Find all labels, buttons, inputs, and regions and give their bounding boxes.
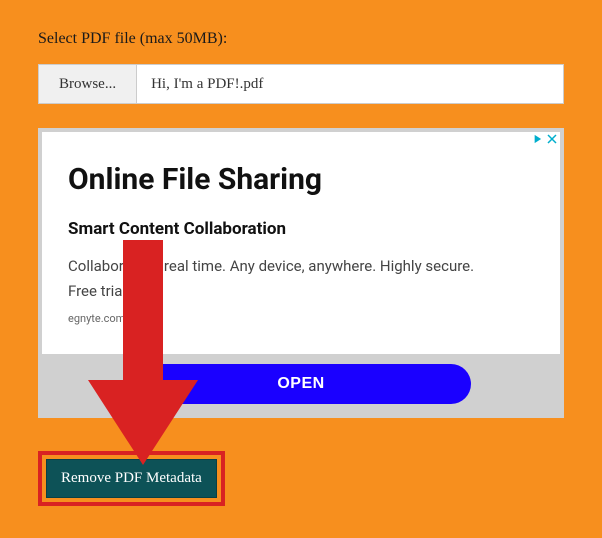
page-container: Select PDF file (max 50MB): Browse... On… (0, 0, 602, 538)
ad-subheading: Smart Content Collaboration (68, 219, 534, 239)
ad-info-close[interactable] (530, 132, 558, 146)
ad-heading: Online File Sharing (68, 162, 534, 197)
open-button[interactable]: OPEN (131, 364, 471, 404)
ad-body: Collaborate in real time. Any device, an… (68, 255, 534, 302)
browse-button[interactable]: Browse... (39, 65, 137, 103)
ad-info-icon (530, 132, 544, 146)
file-input-row: Browse... (38, 64, 564, 104)
file-label: Select PDF file (max 50MB): (38, 30, 564, 48)
ad-content[interactable]: Online File Sharing Smart Content Collab… (42, 132, 560, 354)
ad-container: Online File Sharing Smart Content Collab… (38, 128, 564, 418)
ad-body-line2: Free trial (68, 280, 534, 303)
ad-body-line1: Collaborate in real time. Any device, an… (68, 255, 534, 278)
file-name-input[interactable] (137, 65, 563, 103)
remove-metadata-button[interactable]: Remove PDF Metadata (46, 459, 217, 498)
ad-button-row: OPEN (42, 354, 560, 414)
action-highlight: Remove PDF Metadata (38, 451, 225, 506)
close-icon[interactable] (546, 133, 558, 145)
ad-domain: egnyte.com (68, 312, 534, 325)
